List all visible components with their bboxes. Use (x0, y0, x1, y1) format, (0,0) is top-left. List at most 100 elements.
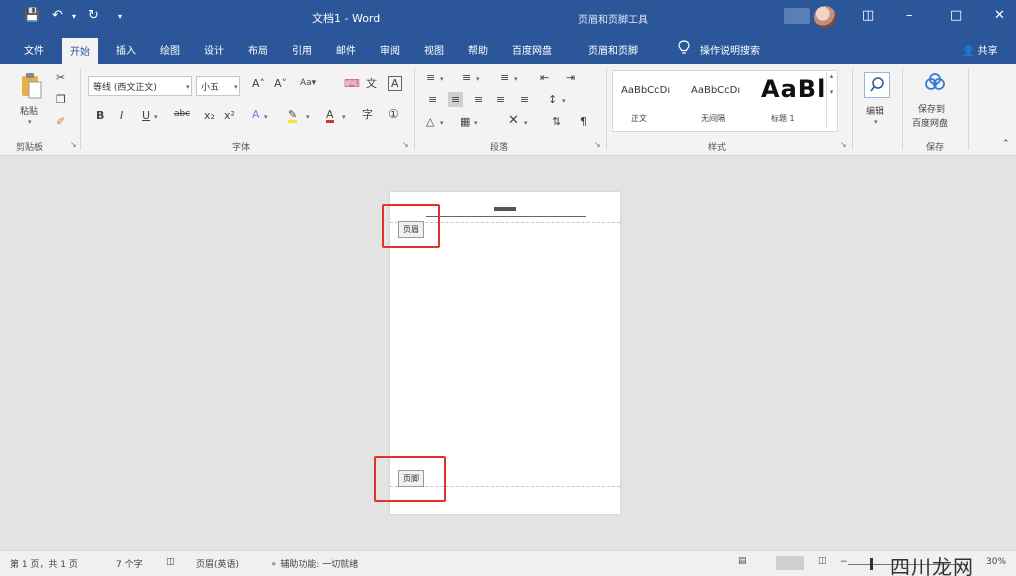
distributed-icon[interactable]: ≡ (520, 94, 529, 105)
decrease-indent-icon[interactable]: ⇤ (540, 72, 549, 83)
paste-icon[interactable] (20, 72, 42, 100)
cloud-icon[interactable] (922, 72, 948, 94)
bullets-icon[interactable]: ≡ (426, 72, 435, 83)
style-sample-no-spacing[interactable]: AaBbCcDı (691, 85, 740, 96)
superscript-icon[interactable]: x² (224, 110, 235, 121)
increase-indent-icon[interactable]: ⇥ (566, 72, 575, 83)
redo-icon[interactable]: ↻ (88, 8, 99, 23)
shrink-font-icon[interactable]: A˅ (274, 78, 287, 89)
sort-icon[interactable]: ⇅ (552, 116, 561, 127)
save-to-label-2[interactable]: 百度网盘 (912, 116, 948, 129)
grow-font-icon[interactable]: A˄ (252, 78, 265, 89)
paste-label[interactable]: 粘贴 (20, 104, 38, 117)
format-painter-icon[interactable]: ✐ (56, 116, 65, 127)
print-layout-icon[interactable] (776, 556, 804, 570)
zoom-out-icon[interactable]: − (840, 557, 848, 567)
asian-layout-dropdown-icon[interactable]: ▾ (524, 119, 528, 127)
page-count[interactable]: 第 1 页，共 1 页 (10, 557, 78, 570)
accessibility-status[interactable]: ⚬ 辅助功能: 一切就绪 (270, 557, 358, 570)
highlight-dropdown-icon[interactable]: ▾ (306, 113, 310, 121)
paragraph-launcher-icon[interactable]: ↘ (594, 140, 601, 149)
save-to-label-1[interactable]: 保存到 (918, 102, 945, 115)
strikethrough-icon[interactable]: abc (174, 110, 190, 119)
share-button[interactable]: 👤 共享 (962, 42, 998, 57)
line-spacing-dropdown-icon[interactable]: ▾ (562, 97, 566, 105)
tab-references[interactable]: 引用 (292, 42, 312, 57)
text-effects-dropdown-icon[interactable]: ▾ (264, 113, 268, 121)
show-marks-icon[interactable]: ¶ (580, 116, 587, 127)
editing-label[interactable]: 编辑 (866, 104, 884, 117)
asian-layout-icon[interactable]: ✕ (508, 114, 519, 127)
tab-baidu-netdisk[interactable]: 百度网盘 (512, 42, 552, 57)
font-size-chevron-down-icon[interactable]: ▾ (234, 83, 238, 91)
font-launcher-icon[interactable]: ↘ (402, 140, 409, 149)
align-center-icon[interactable]: ≡ (448, 92, 464, 107)
clear-formatting-icon[interactable]: ⌨ (344, 78, 360, 89)
font-name-select[interactable]: 等线 (西文正文) (88, 76, 192, 96)
subscript-icon[interactable]: x₂ (204, 110, 215, 121)
close-icon[interactable]: ✕ (994, 8, 1005, 23)
enclosed-char-icon[interactable]: ① (388, 108, 399, 120)
tab-header-footer[interactable]: 页眉和页脚 (588, 42, 638, 57)
tab-design[interactable]: 设计 (204, 42, 224, 57)
avatar[interactable] (814, 6, 836, 28)
tab-home[interactable]: 开始 (62, 38, 98, 64)
character-shading-icon[interactable]: 字 (362, 109, 373, 120)
bullets-dropdown-icon[interactable]: ▾ (440, 75, 444, 83)
tab-file[interactable]: 文件 (24, 42, 44, 57)
zoom-level[interactable]: 30% (986, 557, 1006, 567)
shading-icon[interactable]: △ (426, 116, 434, 127)
paste-dropdown-icon[interactable]: ▾ (28, 118, 32, 126)
align-right-icon[interactable]: ≡ (474, 94, 483, 105)
tell-me-search[interactable]: 操作说明搜索 (700, 42, 760, 57)
copy-icon[interactable]: ❐ (56, 94, 66, 105)
web-layout-icon[interactable]: ◫ (818, 556, 827, 570)
proofing-icon[interactable]: ◫ (166, 557, 175, 567)
zoom-slider-thumb[interactable] (870, 558, 873, 570)
tab-view[interactable]: 视图 (424, 42, 444, 57)
font-color-dropdown-icon[interactable]: ▾ (342, 113, 346, 121)
undo-icon[interactable]: ↶ (52, 8, 63, 23)
align-left-icon[interactable]: ≡ (428, 94, 437, 105)
tab-mailings[interactable]: 邮件 (336, 42, 356, 57)
tab-layout[interactable]: 布局 (248, 42, 268, 57)
clipboard-launcher-icon[interactable]: ↘ (70, 140, 77, 149)
styles-launcher-icon[interactable]: ↘ (840, 140, 847, 149)
style-sample-normal[interactable]: AaBbCcDı (621, 85, 670, 96)
highlight-icon[interactable]: ✎ (288, 109, 298, 123)
multilevel-list-icon[interactable]: ≡ (500, 72, 509, 83)
ribbon-display-icon[interactable]: ◫ (862, 8, 874, 23)
underline-dropdown-icon[interactable]: ▾ (154, 113, 158, 121)
tab-help[interactable]: 帮助 (468, 42, 488, 57)
minimize-icon[interactable]: – (906, 8, 913, 23)
shading-dropdown-icon[interactable]: ▾ (440, 119, 444, 127)
enclose-characters-icon[interactable]: A (388, 76, 402, 91)
text-effects-icon[interactable]: A (252, 109, 260, 120)
bold-icon[interactable]: B (96, 110, 104, 121)
change-case-icon[interactable]: Aa▾ (300, 79, 316, 88)
undo-dropdown-icon[interactable]: ▾ (72, 12, 76, 21)
font-name-chevron-down-icon[interactable]: ▾ (186, 83, 190, 91)
customize-toolbar-icon[interactable]: ▾ (118, 12, 122, 21)
editing-button[interactable] (864, 72, 890, 98)
borders-icon[interactable]: ▦ (460, 116, 470, 127)
read-mode-icon[interactable]: ▤ (738, 556, 747, 570)
editing-dropdown-icon[interactable]: ▾ (874, 118, 878, 126)
underline-icon[interactable]: U (142, 110, 150, 121)
phonetic-guide-icon[interactable]: 文 (366, 78, 377, 89)
save-icon[interactable]: 💾 (24, 8, 40, 23)
tab-insert[interactable]: 插入 (116, 42, 136, 57)
tab-draw[interactable]: 绘图 (160, 42, 180, 57)
italic-icon[interactable]: I (120, 110, 123, 121)
style-sample-heading-1[interactable]: AaBl (761, 75, 826, 103)
numbering-dropdown-icon[interactable]: ▾ (476, 75, 480, 83)
font-color-icon[interactable]: A (326, 109, 334, 123)
numbering-icon[interactable]: ≡ (462, 72, 471, 83)
account-name-box[interactable] (784, 8, 810, 24)
cut-icon[interactable]: ✂ (56, 72, 65, 83)
justify-icon[interactable]: ≡ (496, 94, 505, 105)
borders-dropdown-icon[interactable]: ▾ (474, 119, 478, 127)
maximize-icon[interactable]: □ (950, 8, 962, 23)
collapse-ribbon-icon[interactable]: ⌃ (1002, 140, 1010, 149)
word-count[interactable]: 7 个字 (116, 557, 143, 570)
